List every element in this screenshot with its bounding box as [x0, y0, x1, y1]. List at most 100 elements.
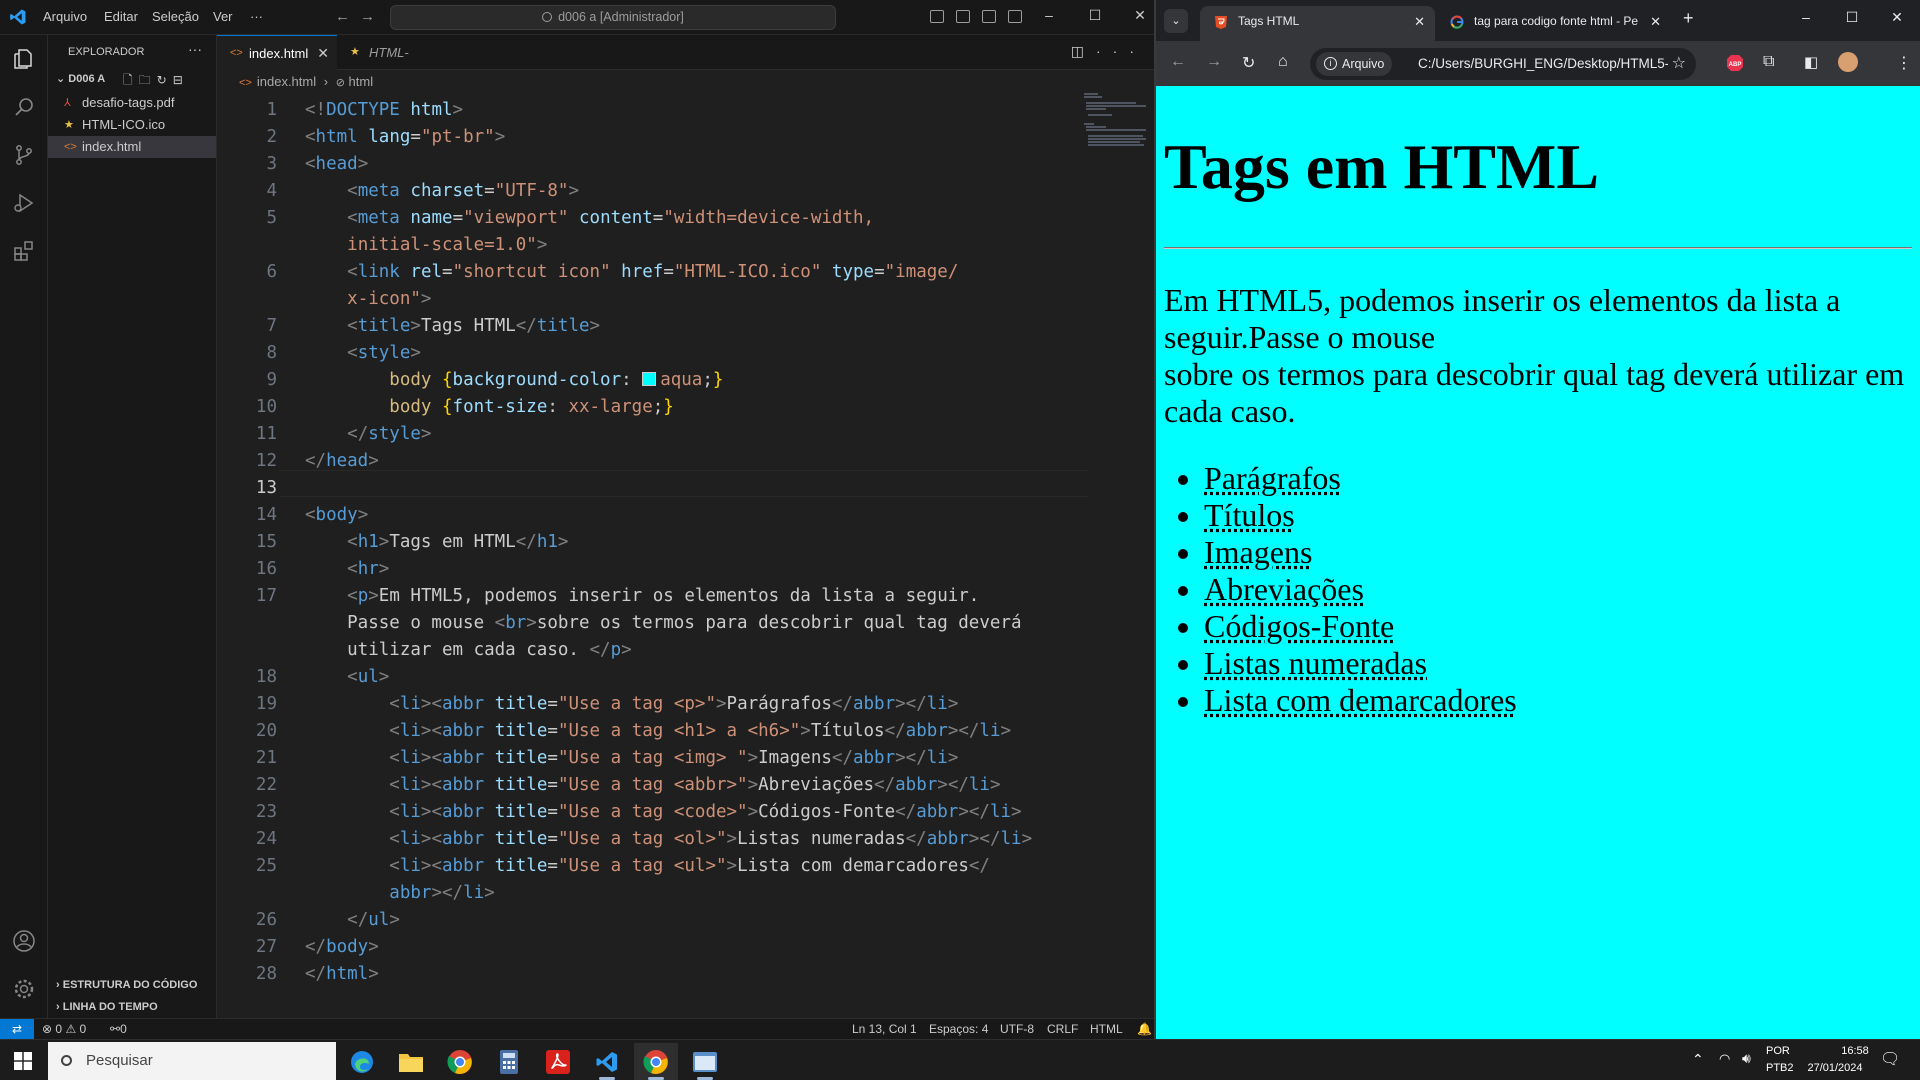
folder-header[interactable]: ⌄ D006 A [56, 72, 105, 85]
abbr-codigos-fonte[interactable]: Códigos-Fonte [1204, 608, 1394, 644]
close-icon[interactable]: ✕ [1130, 7, 1150, 24]
code-line[interactable]: 11 </style> [217, 421, 1077, 448]
source-control-icon[interactable] [12, 143, 36, 167]
url-text[interactable]: C:/Users/BURGHI_ENG/Desktop/HTML5-C... [1418, 48, 1668, 80]
chrome-active-icon[interactable] [634, 1043, 678, 1080]
search-icon[interactable] [12, 95, 36, 119]
file-item[interactable]: ⅄ desafio-tags.pdf [48, 92, 216, 114]
menu-arquivo[interactable]: Arquivo [43, 9, 87, 24]
code-line[interactable]: 12 </head> [217, 448, 1077, 475]
input-language[interactable]: POR [1766, 1045, 1790, 1057]
calculator-icon[interactable] [487, 1043, 531, 1080]
forward-arrow-icon[interactable]: → [360, 8, 375, 25]
forward-arrow-icon[interactable]: → [1206, 53, 1222, 71]
new-file-icon[interactable]: 🗋 [123, 73, 139, 87]
side-panel-icon[interactable]: ◧ [1804, 53, 1818, 71]
code-line[interactable]: 27 </body> [217, 934, 1077, 961]
back-arrow-icon[interactable]: ← [335, 8, 350, 25]
home-icon[interactable]: ⌂ [1278, 53, 1288, 71]
code-line[interactable]: 17 <p>Em HTML5, podemos inserir os eleme… [217, 583, 1077, 610]
breadcrumb-element[interactable]: html [349, 74, 374, 89]
customize-layout-icon[interactable] [1008, 10, 1022, 23]
profile-avatar[interactable] [1838, 52, 1858, 72]
acrobat-icon[interactable] [536, 1043, 580, 1080]
abbr-listas-numeradas[interactable]: Listas numeradas [1204, 645, 1427, 681]
indentation[interactable]: Espaços: 4 [929, 1019, 988, 1039]
tab-index-html[interactable]: <> index.html ✕ [217, 35, 337, 70]
code-line[interactable]: 7 <title>Tags HTML</title> [217, 313, 1077, 340]
tab-google-search[interactable]: tag para codigo fonte html - Pe ✕ [1436, 6, 1671, 41]
code-editor[interactable]: 1 <!DOCTYPE html> 2 <html lang="pt-br"> 3 <he… [217, 93, 1154, 1018]
abbr-titulos[interactable]: Títulos [1204, 497, 1295, 533]
abbr-imagens[interactable]: Imagens [1204, 534, 1312, 570]
windows-start-icon[interactable] [14, 1052, 32, 1070]
ports-indicator[interactable]: ⚯0 [110, 1019, 127, 1039]
site-info-chip[interactable]: i Arquivo [1316, 52, 1392, 76]
back-arrow-icon[interactable]: ← [1170, 53, 1186, 71]
more-actions-icon[interactable]: ··· [1096, 43, 1146, 59]
code-line[interactable]: 20 <li><abbr title="Use a tag <h1> a <h6… [217, 718, 1077, 745]
minimize-icon[interactable]: – [1039, 7, 1059, 23]
tab-tags-html[interactable]: Tags HTML ✕ [1200, 6, 1435, 41]
language-mode[interactable]: HTML [1090, 1019, 1123, 1039]
end-of-line[interactable]: CRLF [1047, 1019, 1078, 1039]
code-line[interactable]: 6 <link rel="shortcut icon" href="HTML-I… [217, 259, 1077, 286]
code-line[interactable]: 1 <!DOCTYPE html> [217, 97, 1077, 124]
extensions-puzzle-icon[interactable]: ⧉ [1763, 53, 1774, 71]
code-line[interactable]: abbr></li> [217, 880, 1077, 907]
menu-ver[interactable]: Ver [213, 9, 233, 24]
account-icon[interactable] [12, 929, 36, 953]
code-line[interactable]: 14 <body> [217, 502, 1077, 529]
command-center[interactable]: d006 a [Administrador] [390, 5, 836, 30]
menu-selecao[interactable]: Seleção [152, 9, 199, 24]
minimize-icon[interactable]: – [1796, 9, 1816, 25]
abbr-lista-demarcadores[interactable]: Lista com demarcadores [1204, 682, 1517, 718]
collapse-all-icon[interactable]: ⊟ [173, 73, 189, 87]
toggle-panel-icon[interactable] [956, 10, 970, 23]
outline-section[interactable]: › ESTRUTURA DO CÓDIGO [56, 979, 197, 991]
code-line[interactable]: utilizar em cada caso. </p> [217, 637, 1077, 664]
clock-date[interactable]: 27/01/2024 [1800, 1062, 1870, 1074]
code-line[interactable]: 23 <li><abbr title="Use a tag <code>">Có… [217, 799, 1077, 826]
edge-icon[interactable] [340, 1043, 384, 1080]
chrome-icon[interactable] [438, 1043, 482, 1080]
toggle-secondary-sidebar-icon[interactable] [982, 10, 996, 23]
close-tab-icon[interactable]: ✕ [1414, 6, 1425, 37]
code-line[interactable]: 5 <meta name="viewport" content="width=d… [217, 205, 1077, 232]
maximize-icon[interactable]: ☐ [1842, 9, 1862, 26]
code-line[interactable]: 15 <h1>Tags em HTML</h1> [217, 529, 1077, 556]
tab-html-ico[interactable]: ★HTML-ICO.ico [337, 35, 447, 70]
code-line[interactable]: 18 <ul> [217, 664, 1077, 691]
explorer-files-icon[interactable] [12, 47, 36, 71]
code-line[interactable]: initial-scale=1.0"> [217, 232, 1077, 259]
settings-gear-icon[interactable] [12, 977, 36, 1001]
address-bar[interactable]: i Arquivo C:/Users/BURGHI_ENG/Desktop/HTM… [1310, 48, 1696, 80]
code-line[interactable]: 3 <head> [217, 151, 1077, 178]
code-line[interactable]: 25 <li><abbr title="Use a tag <ul>">List… [217, 853, 1077, 880]
file-item-selected[interactable]: <> index.html [48, 136, 216, 158]
extensions-icon[interactable] [12, 239, 36, 263]
breadcrumb-file[interactable]: index.html [257, 74, 316, 89]
keyboard-layout[interactable]: PTB2 [1766, 1062, 1794, 1074]
notifications-bell-icon[interactable]: 🔔 [1137, 1019, 1152, 1039]
maximize-icon[interactable]: ☐ [1085, 7, 1105, 24]
notification-center-icon[interactable]: 🗨︎ [1880, 1049, 1900, 1069]
menu-more[interactable]: ··· [250, 9, 263, 24]
code-line[interactable]: 22 <li><abbr title="Use a tag <abbr>">Ab… [217, 772, 1077, 799]
code-line[interactable]: 4 <meta charset="UTF-8"> [217, 178, 1077, 205]
refresh-icon[interactable]: ↻ [157, 73, 173, 87]
vscode-taskbar-icon[interactable] [585, 1043, 629, 1080]
code-line[interactable]: 24 <li><abbr title="Use a tag <ol>">List… [217, 826, 1077, 853]
code-line[interactable]: 13 [217, 475, 1077, 502]
tray-overflow-icon[interactable]: ⌃ [1692, 1051, 1704, 1068]
window-app-icon[interactable] [683, 1043, 727, 1080]
abbr-abreviacoes[interactable]: Abreviações [1204, 571, 1364, 607]
explorer-more-icon[interactable]: ··· [188, 41, 202, 57]
code-line[interactable]: 9 body {background-color: aqua;} [217, 367, 1077, 394]
code-line[interactable]: 8 <style> [217, 340, 1077, 367]
volume-icon[interactable]: 🔊︎ [1742, 1050, 1751, 1067]
timeline-section[interactable]: › LINHA DO TEMPO [56, 1001, 158, 1013]
color-swatch-icon[interactable] [642, 372, 656, 386]
code-line[interactable]: 21 <li><abbr title="Use a tag <img> ">Im… [217, 745, 1077, 772]
remote-indicator-icon[interactable]: ⇄ [0, 1019, 34, 1040]
